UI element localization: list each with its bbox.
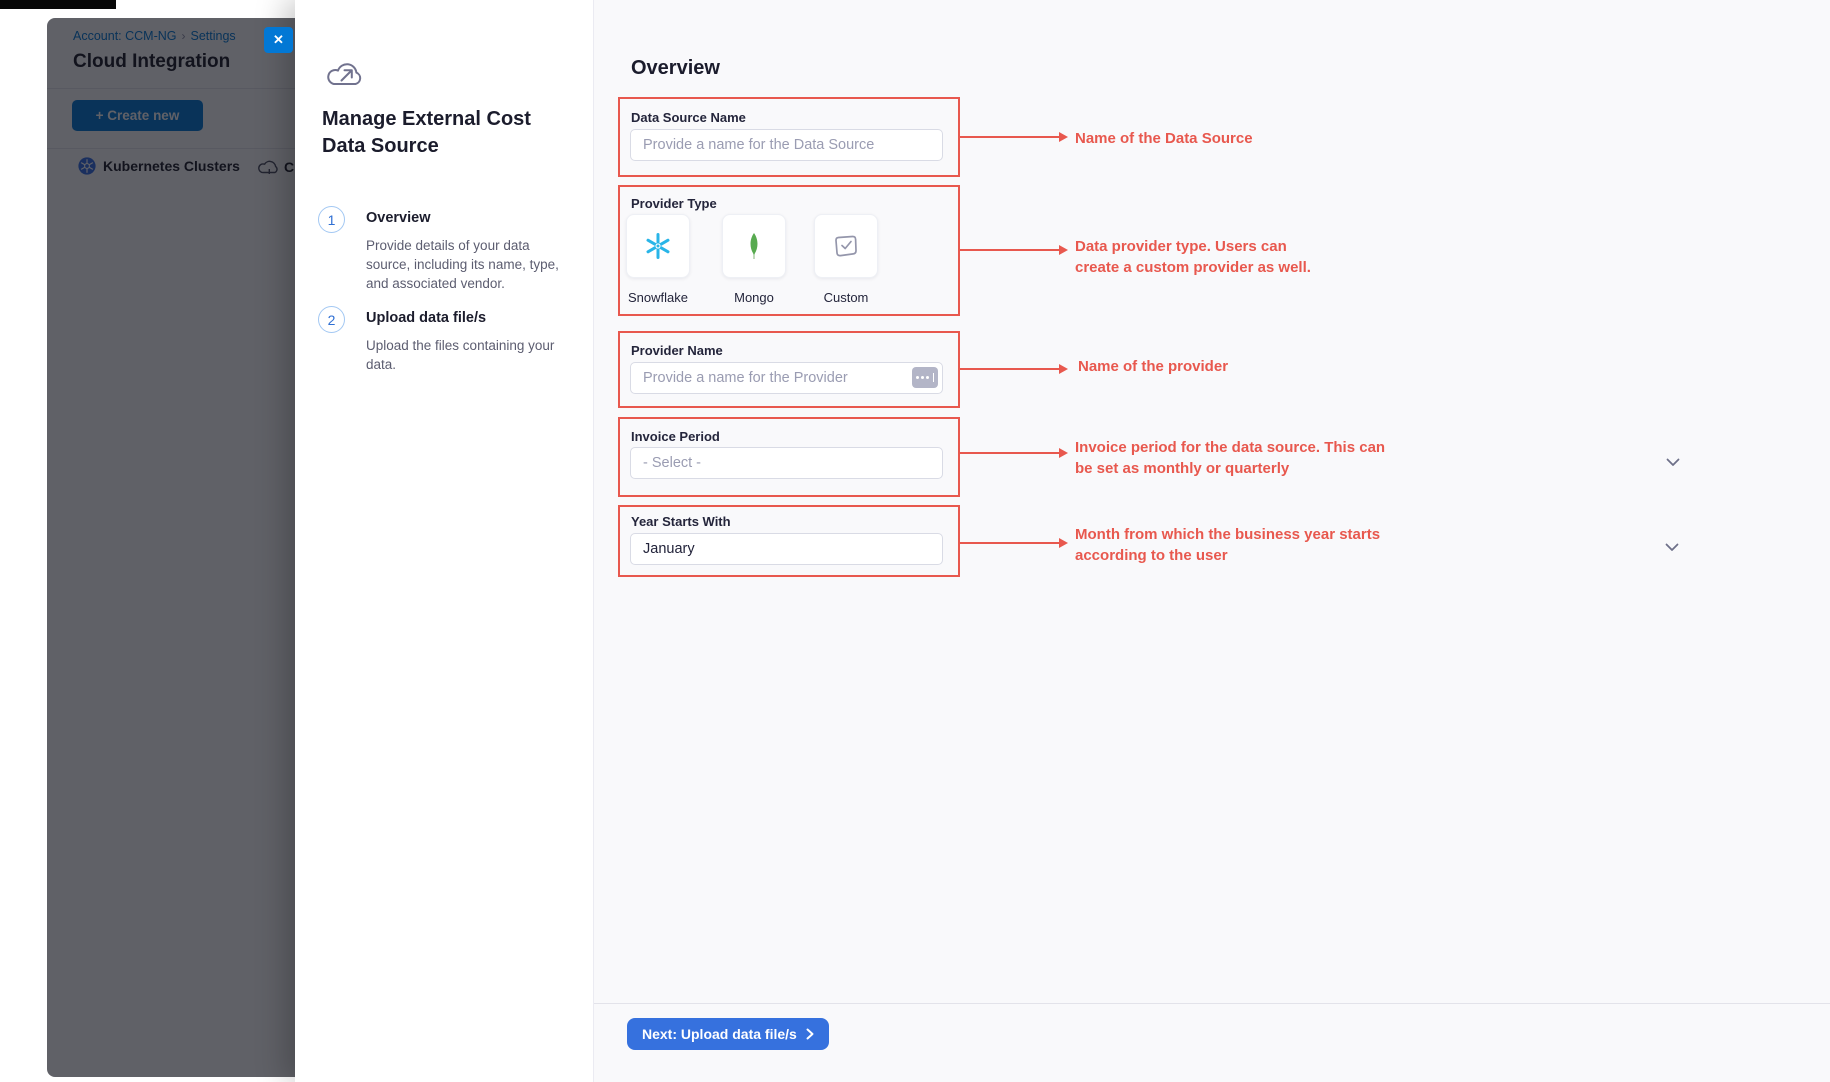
- invoice-period-chevron-down-icon[interactable]: [1666, 458, 1680, 467]
- annotation-arrow: [960, 542, 1060, 544]
- next-upload-button[interactable]: Next: Upload data file/s: [627, 1018, 829, 1050]
- window-edge-strip: [0, 0, 116, 9]
- annotation-arrow: [960, 368, 1060, 370]
- provider-card-custom[interactable]: [814, 214, 878, 278]
- provider-option-label: Custom: [802, 290, 890, 305]
- form-heading: Overview: [631, 57, 720, 80]
- mongodb-leaf-icon: [746, 232, 762, 260]
- invoice-period-value: - Select -: [643, 455, 701, 471]
- app-root: Account: CCM-NG›Settings Cloud Integrati…: [0, 0, 1830, 1082]
- step-1-number-badge: 1: [318, 206, 345, 233]
- close-button[interactable]: ✕: [264, 27, 293, 53]
- annotation-text: Name of the Data Source: [1075, 128, 1253, 149]
- drawer-title: Manage External Cost Data Source: [322, 106, 578, 160]
- chevron-right-icon: [806, 1028, 814, 1040]
- data-source-name-input[interactable]: [630, 129, 943, 161]
- invoice-period-select[interactable]: - Select -: [630, 447, 943, 479]
- custom-provider-icon: [833, 234, 859, 258]
- step-2-description: Upload the files containing your data.: [366, 336, 566, 374]
- close-icon: ✕: [273, 32, 284, 48]
- year-starts-with-label: Year Starts With: [631, 514, 731, 529]
- data-source-name-label: Data Source Name: [631, 110, 746, 125]
- modal-scrim-overlay: [47, 18, 295, 1077]
- provider-name-label: Provider Name: [631, 343, 723, 358]
- step-2-label[interactable]: Upload data file/s: [366, 310, 486, 326]
- year-starts-with-select[interactable]: January: [630, 533, 943, 565]
- provider-option-label: Mongo: [710, 290, 798, 305]
- step-1-description: Provide details of your data source, inc…: [366, 236, 562, 293]
- annotation-arrow: [960, 249, 1060, 251]
- footer-divider: [594, 1003, 1830, 1004]
- year-starts-with-value: January: [643, 541, 695, 557]
- annotation-text: Month from which the business year start…: [1075, 524, 1380, 566]
- provider-type-label: Provider Type: [631, 196, 717, 211]
- annotation-arrow: [960, 452, 1060, 454]
- annotation-arrow: [960, 136, 1060, 138]
- invoice-period-label: Invoice Period: [631, 429, 720, 444]
- provider-name-input[interactable]: [630, 362, 943, 394]
- provider-card-snowflake[interactable]: [626, 214, 690, 278]
- runtime-input-ellipsis-icon[interactable]: [912, 367, 938, 388]
- provider-option-label: Snowflake: [614, 290, 702, 305]
- step-1-label[interactable]: Overview: [366, 210, 431, 226]
- step-2-number-badge: 2: [318, 306, 345, 333]
- annotation-text: Invoice period for the data source. This…: [1075, 437, 1385, 479]
- annotation-text: Data provider type. Users cancreate a cu…: [1075, 236, 1311, 278]
- cloud-external-icon: [327, 58, 363, 90]
- annotation-text: Name of the provider: [1078, 356, 1228, 377]
- provider-card-mongo[interactable]: [722, 214, 786, 278]
- year-starts-with-chevron-down-icon[interactable]: [1665, 543, 1679, 552]
- next-upload-button-label: Next: Upload data file/s: [642, 1026, 797, 1042]
- snowflake-icon: [643, 231, 673, 261]
